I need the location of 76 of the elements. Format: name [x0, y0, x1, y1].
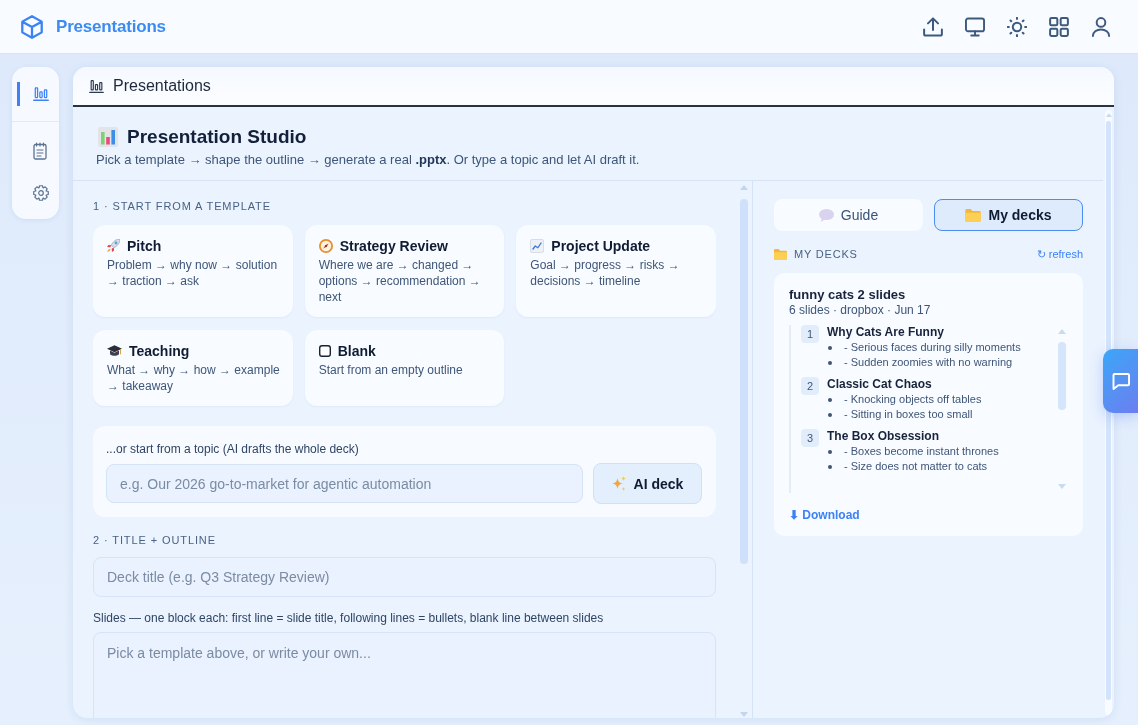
- user-icon[interactable]: [1091, 16, 1111, 37]
- studio-title: Presentation Studio: [127, 126, 307, 148]
- tab[interactable]: My decks: [934, 199, 1083, 231]
- template-title: Strategy Review: [339, 237, 448, 254]
- slides-label: Slides — one block each: first line = slide title, following lines = bullets, blank line between slides: [93, 611, 605, 626]
- compass-icon: [318, 238, 333, 253]
- deck-meta: 6 slides · dropbox · Jun 17: [789, 303, 932, 318]
- slide-bullet: - Sitting in boxes too small: [844, 407, 973, 422]
- bullet-icon: [828, 412, 832, 417]
- template-description: Goal → progress → risks → decisions → timeline: [530, 257, 681, 289]
- app-name: Presentations: [56, 16, 166, 37]
- tab[interactable]: Guide: [774, 199, 923, 231]
- clipboard-icon: [33, 142, 47, 160]
- folder-icon: [774, 248, 787, 260]
- bullet-icon: [828, 449, 832, 454]
- upload-icon[interactable]: [923, 16, 943, 37]
- template-title: Blank: [337, 342, 376, 359]
- graduation-cap-icon: [107, 345, 122, 356]
- section-heading: 1 · START FROM A TEMPLATE: [93, 199, 272, 213]
- studio-subtitle: Pick a template → shape the outline → generate a real .pptx. Or type a topic and let AI draft it.: [96, 152, 641, 168]
- download-link[interactable]: ⬇ Download: [789, 508, 860, 523]
- rocket-icon: [107, 239, 120, 252]
- template-description: What → why → how → example → takeaway: [107, 362, 281, 394]
- bullet-icon: [828, 397, 832, 402]
- panel-title: Presentations: [113, 77, 211, 95]
- bullet-icon: [828, 360, 832, 365]
- template-card[interactable]: Teaching What → why → how → example → takeaway: [93, 330, 293, 406]
- section-heading: MY DECKS: [794, 248, 858, 260]
- trend-chart-icon: [530, 238, 545, 253]
- template-card[interactable]: Pitch Problem → why now → solution → traction → ask: [93, 225, 293, 317]
- bar-chart-icon: [98, 127, 118, 147]
- monitor-icon[interactable]: [965, 16, 985, 37]
- scrollbar-thumb[interactable]: [1058, 342, 1066, 410]
- slide-title: Classic Cat Chaos: [827, 377, 933, 392]
- template-title: Teaching: [129, 342, 190, 359]
- slide-bullet: - Sudden zoomies with no warning: [844, 355, 1013, 370]
- bullet-icon: [828, 464, 832, 469]
- bullet-icon: [828, 345, 832, 350]
- cube-logo-icon: [20, 14, 44, 39]
- square-icon: [318, 344, 331, 357]
- template-description: Problem → why now → solution → traction → ask: [107, 257, 279, 289]
- template-title: Project Update: [551, 237, 651, 254]
- folder-icon: [965, 208, 982, 222]
- slide-bullet: - Serious faces during silly moments: [844, 340, 1021, 355]
- grid-icon[interactable]: [1049, 16, 1069, 37]
- bar-chart-icon: [33, 87, 49, 101]
- template-description: Where we are → changed → options → recommendation → next: [318, 257, 482, 305]
- section-heading: 2 · TITLE + OUTLINE: [93, 533, 217, 547]
- deck-title: funny cats 2 slides: [789, 287, 907, 303]
- sparkle-icon: [611, 476, 626, 491]
- slide-number: 2: [801, 377, 819, 395]
- chat-icon: [1111, 372, 1130, 390]
- topic-label: ...or start from a topic (AI drafts the whole deck): [106, 442, 359, 456]
- template-card[interactable]: Blank Start from an empty outline: [304, 330, 505, 406]
- slide-title: The Box Obsession: [827, 429, 941, 444]
- template-card[interactable]: Project Update Goal → progress → risks → decisions → timeline: [516, 225, 716, 317]
- scrollbar-thumb[interactable]: [740, 199, 748, 564]
- bar-chart-icon: [89, 79, 104, 93]
- sun-icon[interactable]: [1007, 16, 1027, 37]
- template-card[interactable]: Strategy Review Where we are → changed → options → recommendation → next: [304, 225, 505, 317]
- chat-button[interactable]: [1103, 349, 1138, 413]
- slide-title: Why Cats Are Funny: [827, 325, 945, 340]
- template-description: Start from an empty outline: [318, 362, 464, 378]
- scrollbar-thumb[interactable]: [1106, 121, 1111, 700]
- slide-bullet: - Size does not matter to cats: [844, 459, 988, 474]
- slides-field[interactable]: Pick a template above, or write your own...: [93, 632, 716, 718]
- slide-bullet: - Boxes become instant thrones: [844, 444, 999, 459]
- slide-number: 1: [801, 325, 819, 343]
- deck-title-field[interactable]: Deck title (e.g. Q3 Strategy Review): [93, 557, 716, 597]
- settings-icon: [33, 185, 49, 201]
- ai-deck-button[interactable]: AI deck: [593, 463, 702, 504]
- template-title: Pitch: [127, 237, 162, 254]
- speech-bubble-icon: [818, 208, 834, 222]
- slide-number: 3: [801, 429, 819, 447]
- slide-bullet: - Knocking objects off tables: [844, 392, 982, 407]
- topic-field[interactable]: e.g. Our 2026 go-to-market for agentic automation: [106, 464, 583, 503]
